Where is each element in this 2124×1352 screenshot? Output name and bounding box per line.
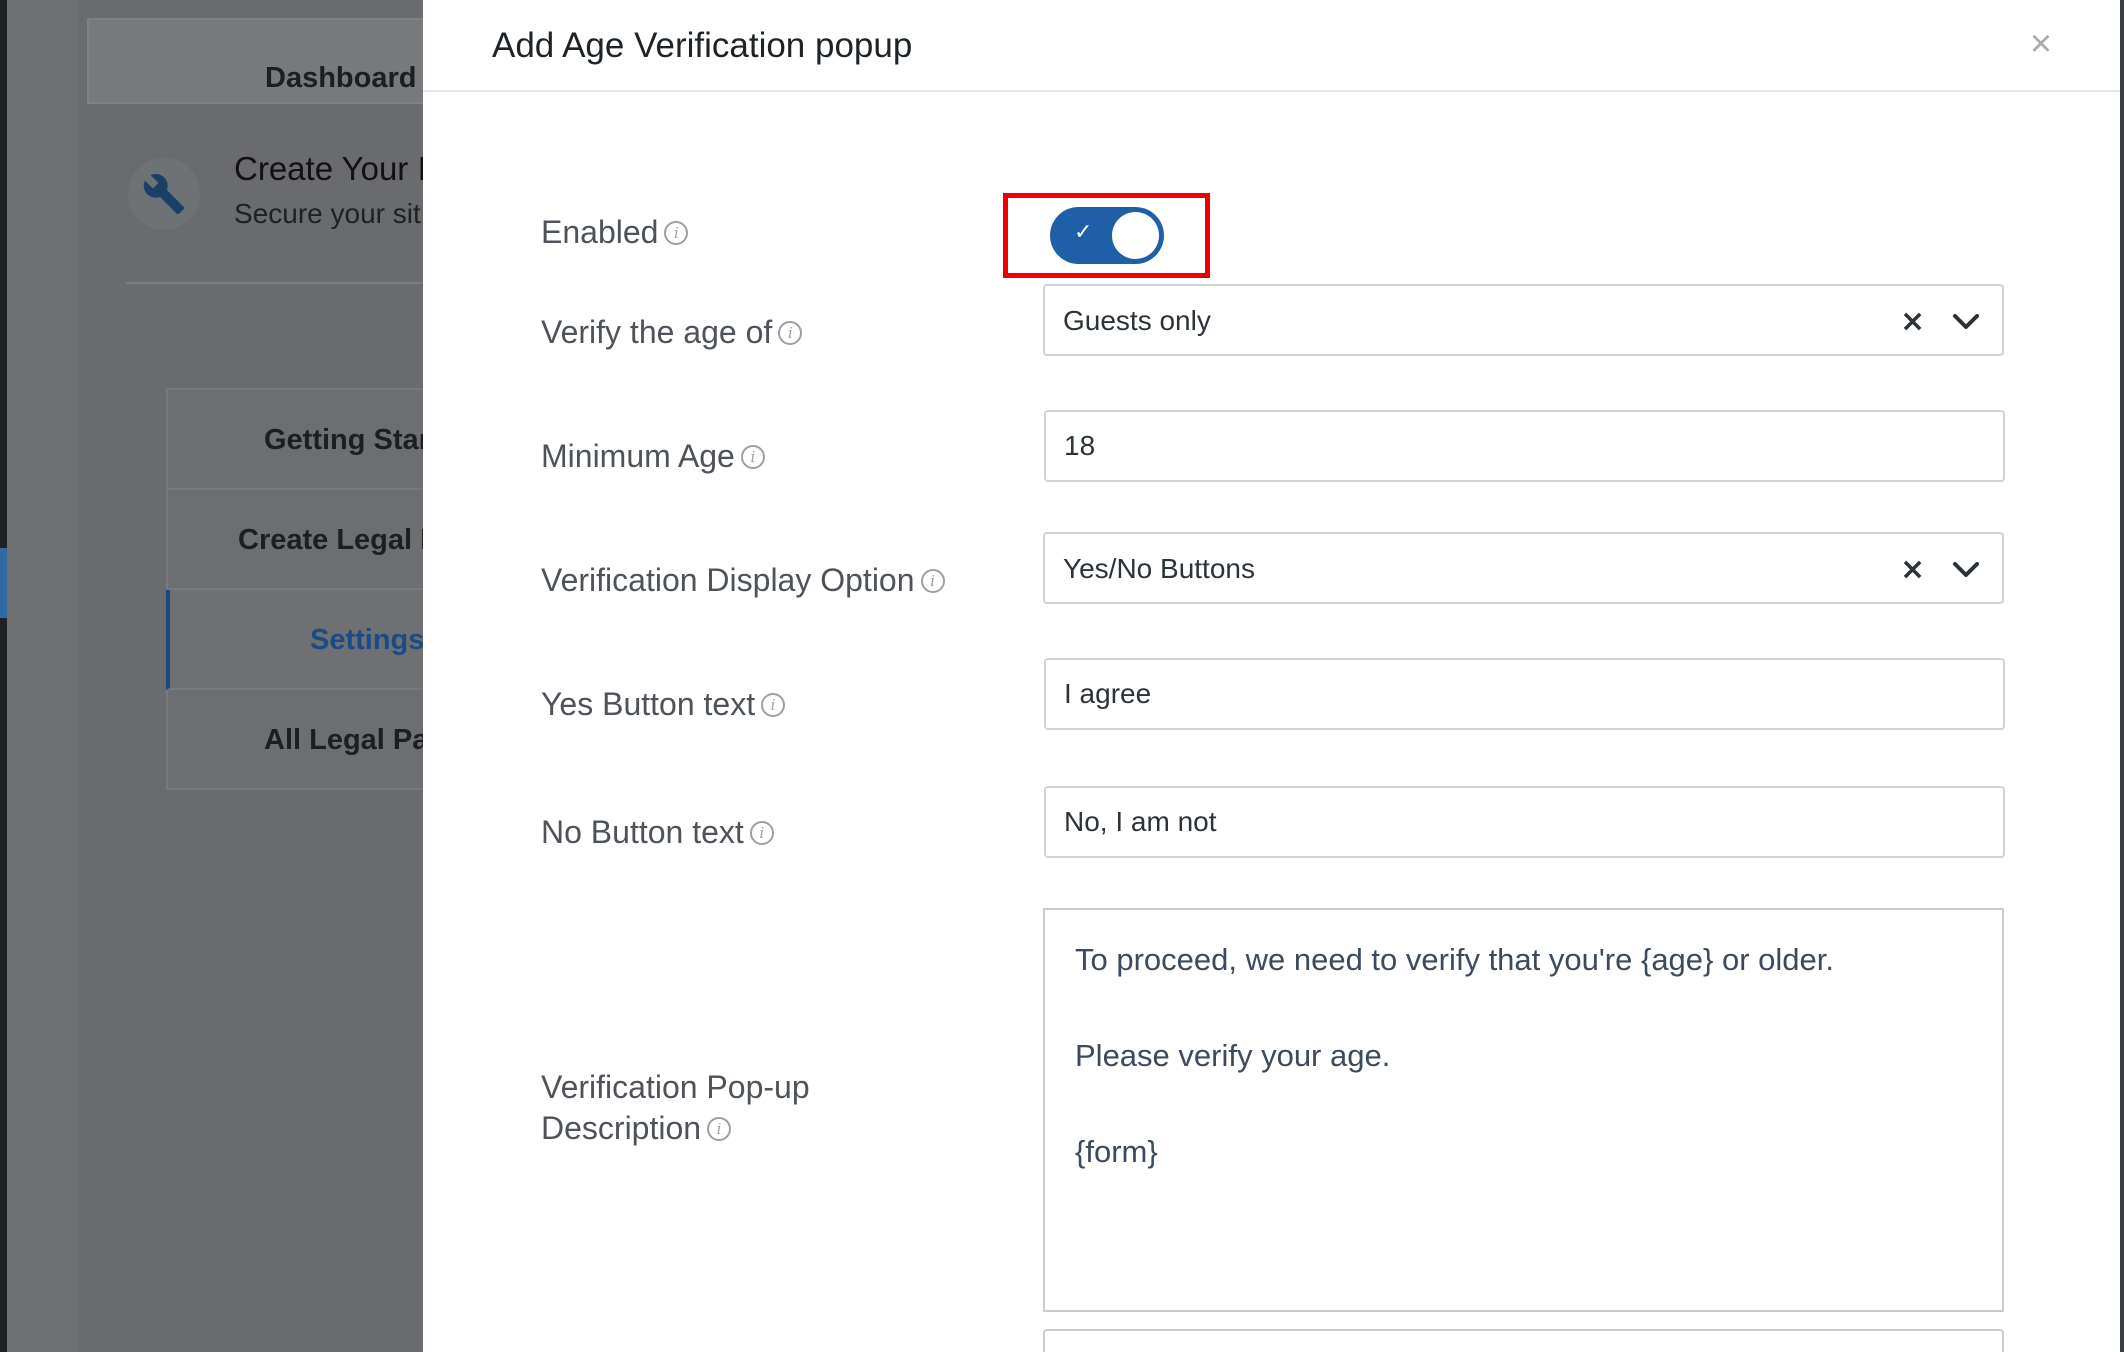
highlight-box: ✓: [1003, 193, 1210, 278]
modal-edge: [2120, 0, 2124, 1352]
clear-icon[interactable]: ×: [1900, 304, 1925, 339]
age-verification-modal: Add Age Verification popup × Enabled i ✓ …: [423, 0, 2124, 1352]
enabled-label: Enabled i: [541, 214, 689, 251]
no-button-text-label: No Button text i: [541, 814, 774, 851]
toggle-knob: [1112, 212, 1159, 259]
no-button-text-input[interactable]: [1046, 788, 2003, 856]
wrench-icon: [128, 158, 200, 230]
info-icon[interactable]: i: [707, 1116, 732, 1141]
description-label: Verification Pop-up Description i: [541, 1069, 810, 1146]
minimum-age-field[interactable]: [1044, 410, 2005, 482]
menu-item-label: Getting Star: [264, 424, 423, 456]
modal-title: Add Age Verification popup: [492, 26, 913, 65]
minimum-age-label: Minimum Age i: [541, 438, 765, 475]
info-icon[interactable]: i: [778, 320, 803, 345]
description-line: Please verify your age.: [1075, 1038, 1391, 1073]
verify-age-select[interactable]: Guests only ×: [1043, 284, 2004, 356]
tab-dashboard-label: Dashboard: [265, 62, 417, 94]
enabled-toggle[interactable]: ✓: [1050, 207, 1164, 264]
display-option-label: Verification Display Option i: [541, 562, 945, 599]
info-icon[interactable]: i: [664, 220, 689, 245]
collapse-tab[interactable]: [0, 548, 7, 618]
divider: [126, 282, 423, 284]
settings-menu: Getting Star Create Legal P Settings All…: [166, 388, 423, 790]
yes-button-text-input[interactable]: [1046, 660, 2003, 728]
description-line: {form}: [1075, 1134, 1158, 1169]
menu-item-label: Settings: [310, 624, 423, 656]
verify-age-value: Guests only: [1063, 305, 1211, 336]
description-editor[interactable]: To proceed, we need to verify that you'r…: [1043, 908, 2004, 1312]
menu-item-label: Create Legal P: [238, 524, 423, 556]
yes-button-text-label: Yes Button text i: [541, 686, 786, 723]
background-page-title: Create Your I: [234, 150, 427, 187]
yes-button-text-field[interactable]: [1044, 658, 2005, 730]
close-icon[interactable]: ×: [2021, 24, 2061, 64]
verify-age-label: Verify the age of i: [541, 314, 803, 351]
checkmark-icon: ✓: [1074, 220, 1093, 245]
info-icon[interactable]: i: [740, 444, 765, 469]
menu-item-getting-started[interactable]: Getting Star: [168, 390, 423, 490]
left-dark-strip: [0, 0, 7, 1352]
menu-item-create-legal-pages[interactable]: Create Legal P: [168, 490, 423, 590]
info-icon[interactable]: i: [761, 692, 786, 717]
chevron-down-icon[interactable]: [1950, 554, 1982, 586]
description-line: To proceed, we need to verify that you'r…: [1075, 942, 1835, 977]
chevron-down-icon[interactable]: [1950, 306, 1982, 338]
next-field-partial[interactable]: [1043, 1329, 2004, 1352]
menu-item-settings[interactable]: Settings: [166, 590, 423, 690]
info-icon[interactable]: i: [749, 820, 774, 845]
menu-item-label: All Legal Pa: [264, 724, 423, 756]
menu-item-all-legal-pages[interactable]: All Legal Pa: [168, 690, 423, 790]
minimum-age-input[interactable]: [1046, 412, 2003, 480]
tab-dashboard[interactable]: Dashboard: [87, 18, 423, 104]
no-button-text-field[interactable]: [1044, 786, 2005, 858]
display-option-value: Yes/No Buttons: [1063, 553, 1255, 584]
display-option-select[interactable]: Yes/No Buttons ×: [1043, 532, 2004, 604]
clear-icon[interactable]: ×: [1900, 552, 1925, 587]
modal-header: Add Age Verification popup ×: [423, 0, 2120, 92]
background-page-subtitle: Secure your sit: [234, 198, 421, 229]
info-icon[interactable]: i: [920, 568, 945, 593]
